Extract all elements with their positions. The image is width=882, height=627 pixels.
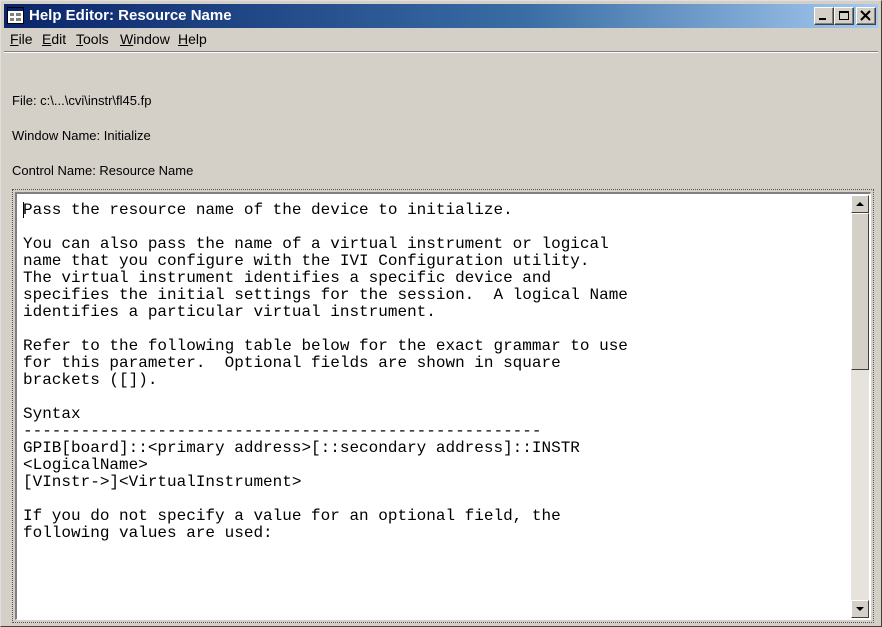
minimize-button[interactable]: [814, 7, 834, 25]
window-title: Help Editor: Resource Name: [29, 7, 232, 24]
help-text-frame: Pass the resource name of the device to …: [12, 189, 874, 623]
menu-tools-mnemonic: T: [76, 31, 83, 47]
scroll-down-button[interactable]: [851, 600, 869, 618]
menu-tools[interactable]: Tools: [76, 31, 109, 47]
menu-file-label: ile: [18, 31, 33, 47]
menu-window-label: indow: [133, 31, 170, 47]
minimize-icon: [819, 18, 826, 20]
maximize-button[interactable]: [834, 7, 854, 25]
close-icon: [860, 10, 871, 21]
menu-bar: File Edit Tools Window Help: [4, 28, 878, 50]
maximize-icon: [839, 11, 849, 20]
menu-edit-label: dit: [51, 31, 67, 47]
menu-file-mnemonic: F: [10, 31, 19, 47]
scroll-thumb[interactable]: [851, 213, 869, 370]
close-button[interactable]: [856, 7, 876, 25]
file-path-label: File: c:\...\cvi\instr\fl45.fp: [12, 93, 152, 108]
arrow-up-icon: [856, 202, 864, 206]
arrow-down-icon: [856, 607, 864, 611]
window-name-label: Window Name: Initialize: [12, 128, 151, 143]
menu-window[interactable]: Window: [120, 31, 170, 47]
help-editor-app-icon[interactable]: [7, 7, 24, 24]
help-editor-window: Help Editor: Resource Name File Edit Too…: [0, 0, 882, 627]
menu-help-label: elp: [188, 31, 207, 47]
control-name-label: Control Name: Resource Name: [12, 163, 194, 178]
text-cursor: [23, 202, 24, 218]
vertical-scrollbar[interactable]: [851, 195, 869, 618]
title-bar[interactable]: Help Editor: Resource Name: [4, 4, 878, 28]
menu-file[interactable]: File: [10, 31, 33, 47]
menu-window-mnemonic: W: [120, 31, 134, 47]
help-text-content[interactable]: Pass the resource name of the device to …: [23, 202, 823, 542]
help-text-editor[interactable]: Pass the resource name of the device to …: [15, 192, 871, 620]
menu-help-mnemonic: H: [178, 31, 189, 47]
scroll-up-button[interactable]: [851, 195, 869, 213]
menu-separator: [4, 51, 878, 53]
menu-edit[interactable]: Edit: [42, 31, 66, 47]
menu-edit-mnemonic: E: [42, 31, 52, 47]
menu-tools-label: ools: [83, 31, 109, 47]
menu-help[interactable]: Help: [178, 31, 207, 47]
